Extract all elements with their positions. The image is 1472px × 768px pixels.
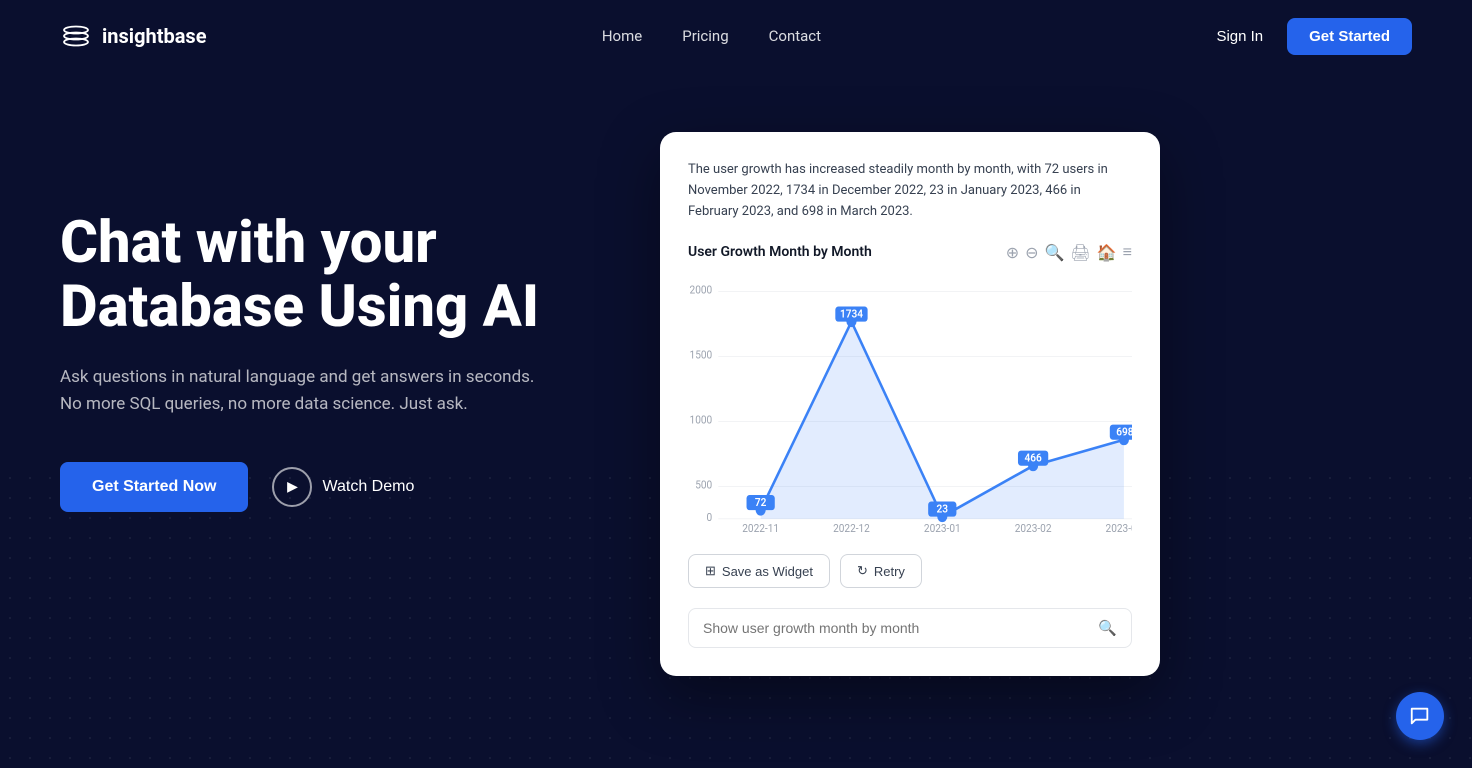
magnify-icon[interactable]: 🔍 [1045, 243, 1065, 262]
cta-primary-button[interactable]: Get Started Now [60, 462, 248, 512]
svg-text:2022-11: 2022-11 [742, 522, 779, 535]
search-icon: 🔍 [1098, 619, 1117, 637]
chat-icon [1409, 705, 1431, 727]
hero-title: Chat with your Database Using AI [60, 212, 620, 340]
menu-icon[interactable]: ≡ [1123, 242, 1132, 262]
search-input[interactable] [703, 620, 1088, 636]
nav-home[interactable]: Home [602, 27, 642, 45]
chart-description: The user growth has increased steadily m… [688, 160, 1132, 222]
svg-text:72: 72 [755, 496, 767, 509]
svg-text:1500: 1500 [690, 349, 713, 362]
print-icon[interactable]: 🖨 [1070, 243, 1090, 262]
logo-icon [60, 20, 92, 52]
nav-pricing[interactable]: Pricing [682, 27, 728, 45]
hero-left: Chat with your Database Using AI Ask que… [60, 132, 620, 512]
watch-demo-label: Watch Demo [322, 478, 414, 496]
svg-text:2023-03: 2023-03 [1106, 522, 1132, 535]
play-icon: ▶ [272, 467, 312, 507]
chart-card: The user growth has increased steadily m… [660, 132, 1160, 676]
navbar: insightbase Home Pricing Contact Sign In… [0, 0, 1472, 72]
chat-bubble-button[interactable] [1396, 692, 1444, 740]
brand-name: insightbase [102, 24, 207, 48]
get-started-nav-button[interactable]: Get Started [1287, 18, 1412, 55]
nav-actions: Sign In Get Started [1216, 18, 1412, 55]
chart-title: User Growth Month by Month [688, 244, 872, 260]
nav-links: Home Pricing Contact [602, 27, 821, 45]
save-widget-button[interactable]: ⊞ Save as Widget [688, 554, 830, 588]
brand-logo[interactable]: insightbase [60, 20, 207, 52]
zoom-in-icon[interactable]: ⊕ [1006, 243, 1019, 262]
retry-icon: ↻ [857, 563, 868, 579]
svg-text:1734: 1734 [840, 307, 863, 320]
svg-text:2023-01: 2023-01 [924, 522, 961, 535]
hero-subtitle: Ask questions in natural language and ge… [60, 364, 540, 418]
save-widget-label: Save as Widget [722, 564, 813, 579]
svg-text:2023-02: 2023-02 [1015, 522, 1052, 535]
chart-svg: 2000 1500 1000 500 0 [688, 274, 1132, 534]
svg-text:1000: 1000 [690, 414, 713, 427]
chart-area: 2000 1500 1000 500 0 [688, 274, 1132, 534]
home-icon[interactable]: 🏠 [1097, 243, 1117, 262]
svg-text:2000: 2000 [690, 284, 713, 297]
svg-text:466: 466 [1024, 451, 1041, 464]
hero-section: Chat with your Database Using AI Ask que… [0, 72, 1472, 676]
nav-contact[interactable]: Contact [769, 27, 821, 45]
retry-label: Retry [874, 564, 905, 579]
zoom-out-icon[interactable]: ⊖ [1025, 243, 1038, 262]
retry-button[interactable]: ↻ Retry [840, 554, 922, 588]
chart-header: User Growth Month by Month ⊕ ⊖ 🔍 🖨 🏠 ≡ [688, 242, 1132, 262]
chart-controls: ⊕ ⊖ 🔍 🖨 🏠 ≡ [1006, 242, 1132, 262]
svg-text:698: 698 [1116, 425, 1132, 438]
sign-in-button[interactable]: Sign In [1216, 28, 1263, 45]
hero-buttons: Get Started Now ▶ Watch Demo [60, 462, 620, 512]
cta-secondary-button[interactable]: ▶ Watch Demo [272, 467, 414, 507]
svg-text:500: 500 [695, 479, 712, 492]
svg-text:2022-12: 2022-12 [833, 522, 870, 535]
save-widget-icon: ⊞ [705, 563, 716, 579]
search-bar[interactable]: 🔍 [688, 608, 1132, 648]
chart-buttons: ⊞ Save as Widget ↻ Retry [688, 554, 1132, 588]
svg-text:23: 23 [937, 502, 949, 515]
svg-text:0: 0 [707, 511, 713, 524]
